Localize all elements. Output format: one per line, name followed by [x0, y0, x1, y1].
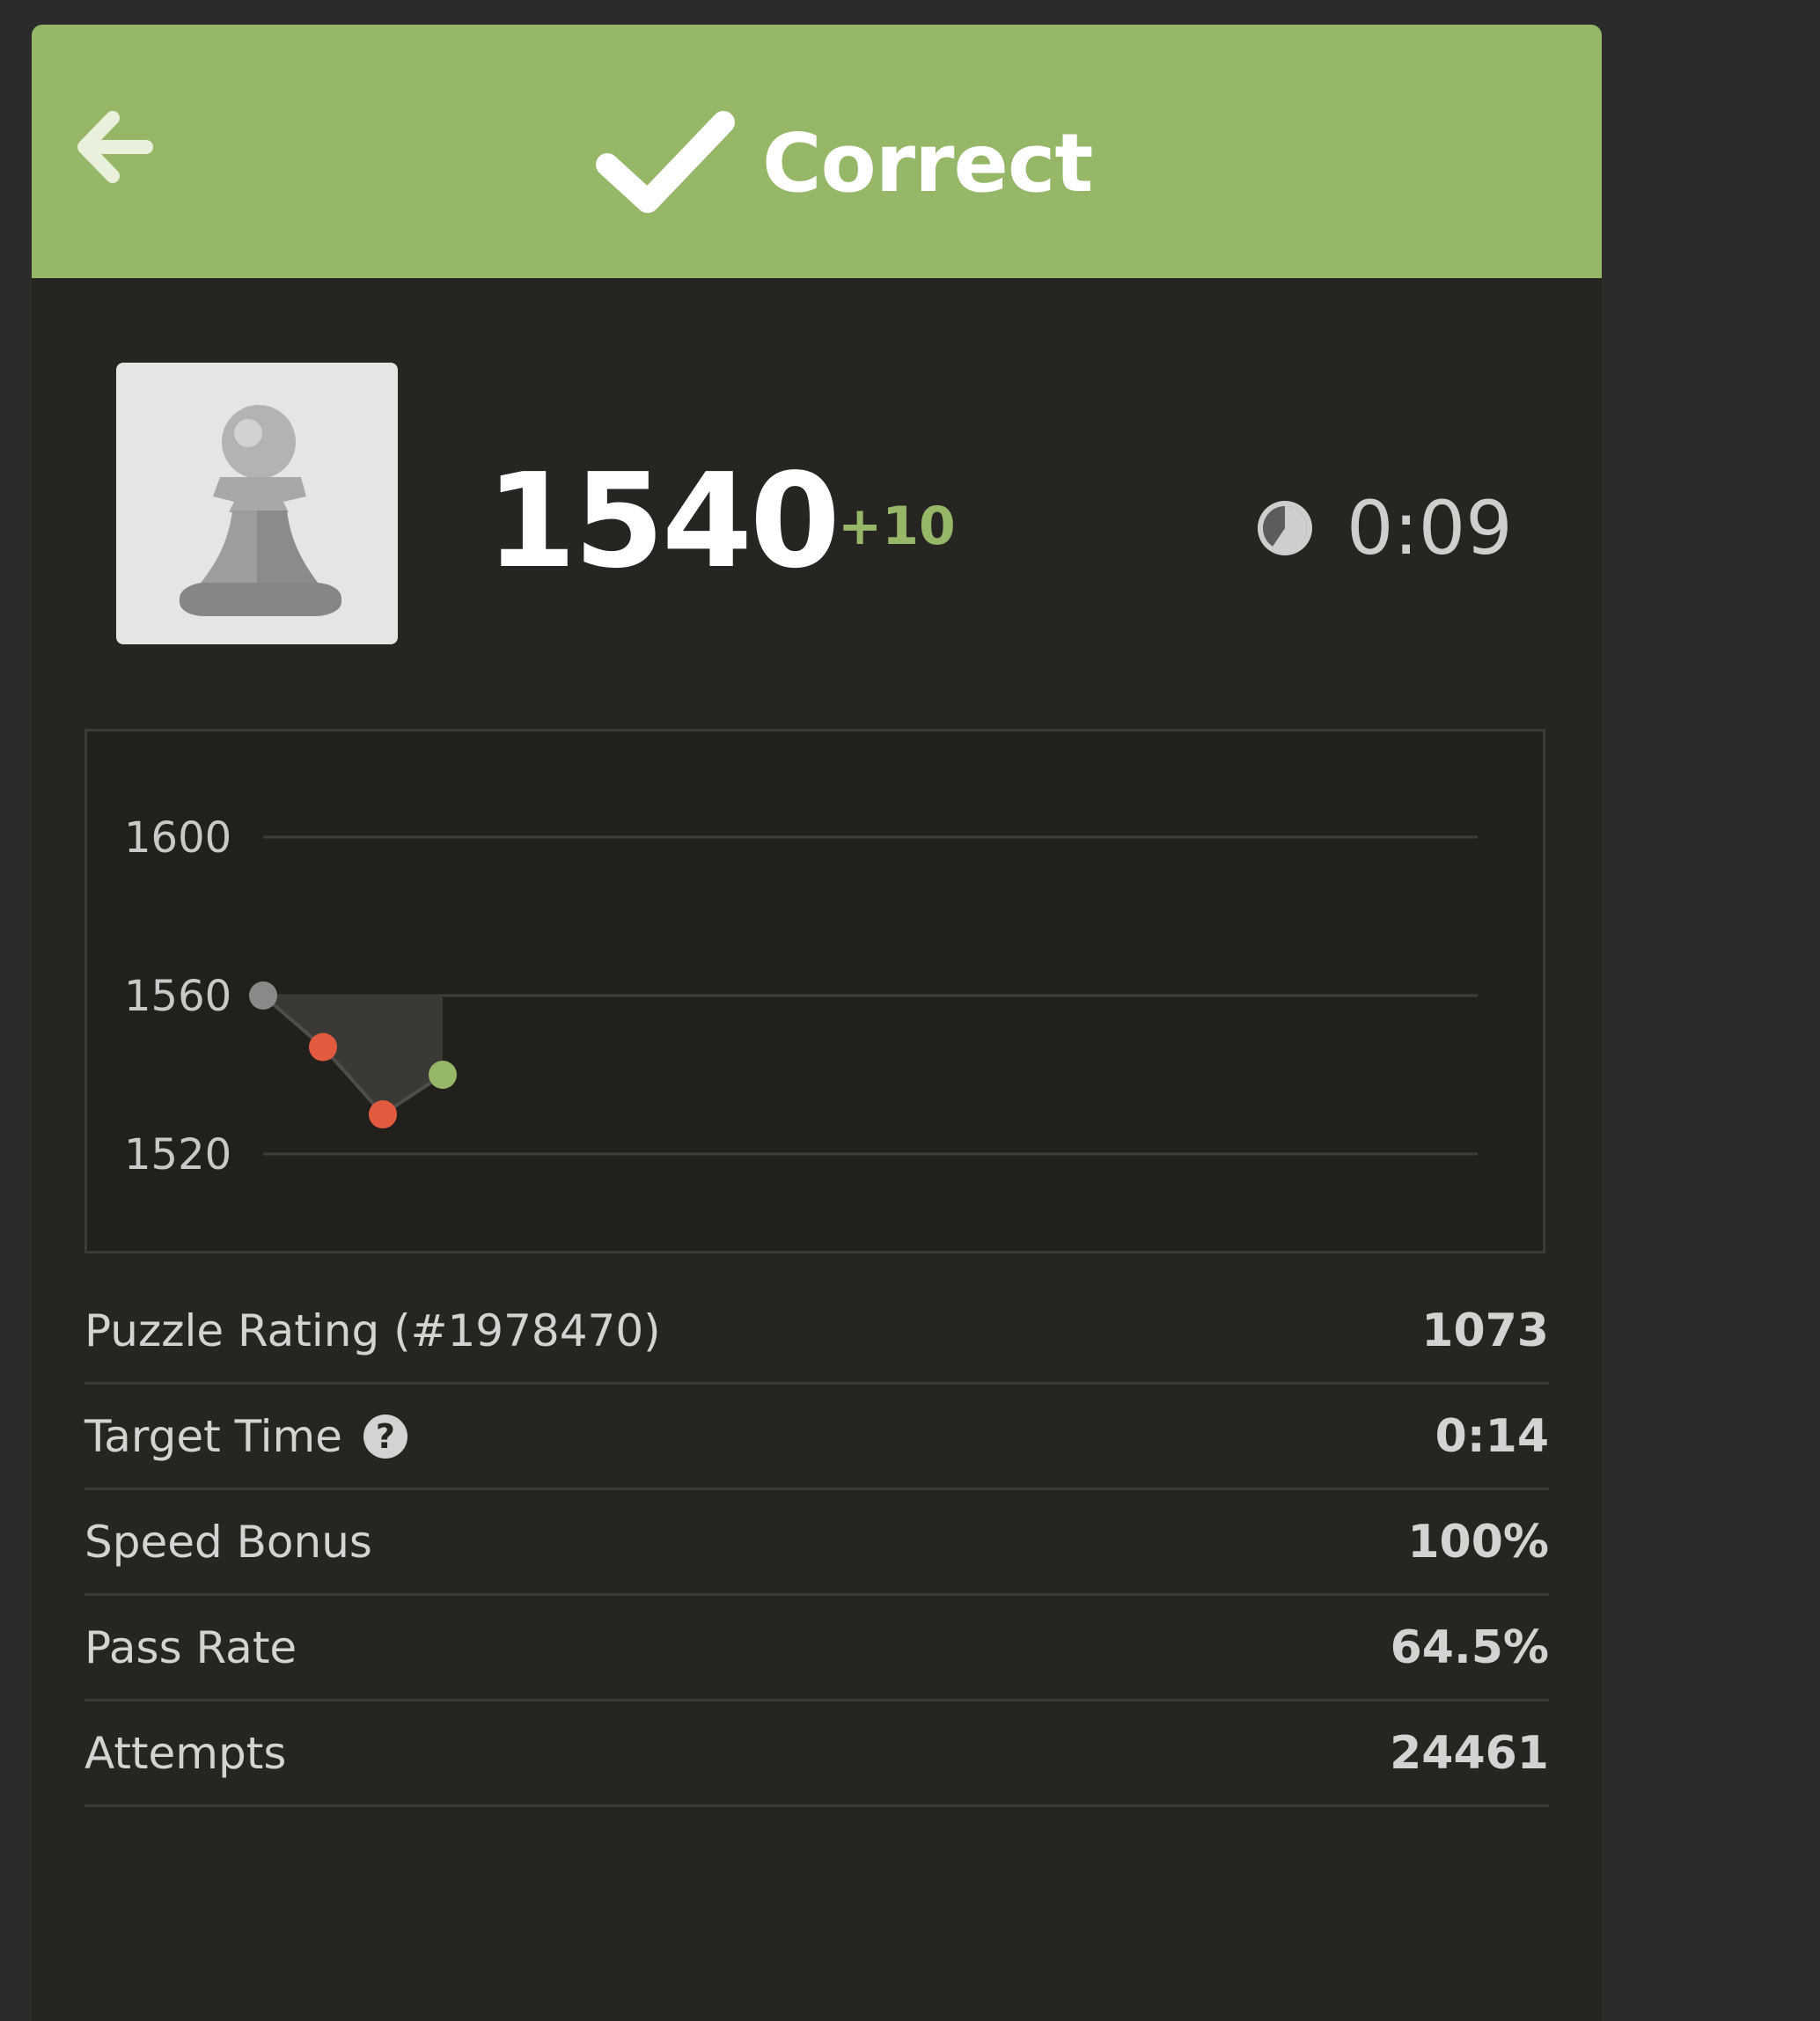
- solve-timer: 0:09: [1255, 482, 1513, 574]
- stat-row-attempts: Attempts 24461: [84, 1701, 1549, 1807]
- attempts-label: Attempts: [84, 1727, 287, 1779]
- rating-change: +10: [838, 496, 956, 557]
- puzzle-result-panel: Correct 1540 +10 0:09 1600 1560 1520 Puzzl…: [32, 25, 1602, 2021]
- question-mark-icon[interactable]: ?: [363, 1414, 407, 1459]
- stat-row-speed-bonus: Speed Bonus 100%: [84, 1490, 1549, 1596]
- result-header: Correct: [32, 25, 1602, 278]
- pawn-icon: [180, 405, 341, 616]
- puzzle-rating-value: 1073: [1421, 1304, 1549, 1357]
- rating-chart-svg: 1600 1560 1520: [124, 813, 1478, 1180]
- back-button[interactable]: [76, 107, 155, 187]
- puzzle-stats: Puzzle Rating (#1978470) 1073 Target Tim…: [84, 1279, 1549, 1807]
- speed-bonus-label: Speed Bonus: [84, 1516, 372, 1568]
- checkmark-icon: [596, 111, 735, 213]
- clock-icon: [1258, 501, 1312, 555]
- y-tick-label: 1600: [124, 813, 231, 863]
- rating-point-failed: [309, 1033, 337, 1062]
- rating-point-correct: [429, 1061, 457, 1089]
- rating-history-chart: 1600 1560 1520: [84, 729, 1545, 1253]
- pass-rate-label: Pass Rate: [84, 1621, 297, 1673]
- stat-row-target-time: Target Time ? 0:14: [84, 1385, 1549, 1490]
- result-title-label: Correct: [762, 115, 1093, 210]
- rating-point-failed: [369, 1100, 397, 1128]
- target-time-value: 0:14: [1435, 1409, 1549, 1463]
- avatar: [116, 363, 398, 644]
- result-title: Correct: [595, 97, 1093, 229]
- stat-row-puzzle-rating: Puzzle Rating (#1978470) 1073: [84, 1279, 1549, 1385]
- player-rating: 1540: [486, 445, 840, 597]
- arrow-left-icon: [77, 111, 153, 183]
- target-time-label: Target Time: [84, 1410, 342, 1462]
- solve-time: 0:09: [1347, 485, 1513, 571]
- rating-point-start: [249, 981, 277, 1010]
- rating-area: [263, 996, 443, 1114]
- stat-row-pass-rate: Pass Rate 64.5%: [84, 1596, 1549, 1701]
- puzzle-rating-label: Puzzle Rating (#1978470): [84, 1304, 661, 1356]
- speed-bonus-value: 100%: [1407, 1515, 1549, 1569]
- y-tick-label: 1560: [124, 972, 231, 1021]
- attempts-value: 24461: [1390, 1726, 1549, 1780]
- y-tick-label: 1520: [124, 1130, 231, 1180]
- target-time-label-group: Target Time ?: [84, 1411, 407, 1462]
- pass-rate-value: 64.5%: [1390, 1620, 1549, 1674]
